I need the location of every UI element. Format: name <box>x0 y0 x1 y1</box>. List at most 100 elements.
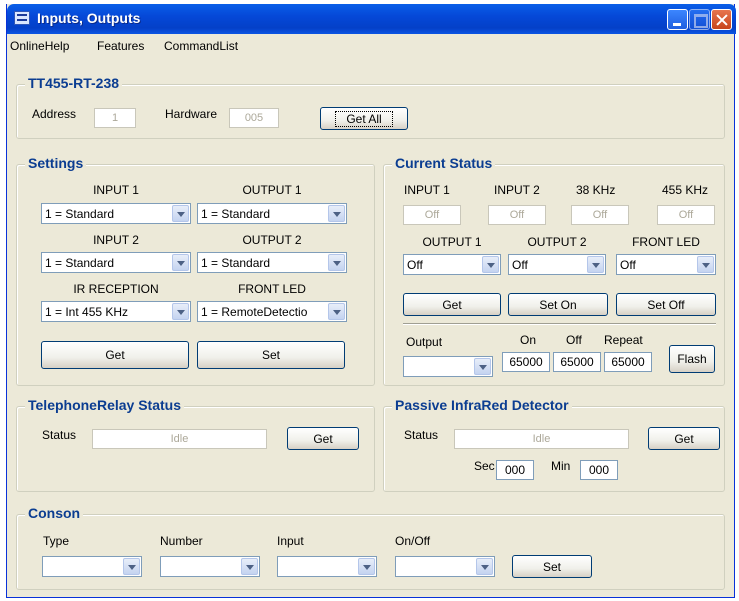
conson-set-button[interactable]: Set <box>512 555 592 578</box>
settings-front-led-label: FRONT LED <box>238 282 306 296</box>
set-off-button[interactable]: Set Off <box>616 293 716 316</box>
output-select[interactable] <box>403 356 493 377</box>
pir-get-button[interactable]: Get <box>648 427 720 450</box>
chevron-down-icon[interactable] <box>358 558 375 575</box>
settings-output2-select[interactable]: 1 = Standard <box>197 252 347 273</box>
settings-front-led-select[interactable]: 1 = RemoteDetectio <box>197 301 347 322</box>
pir-status-label: Status <box>404 428 439 442</box>
current-status-group: Current Status INPUT 1 INPUT 2 38 KHz 45… <box>383 155 725 386</box>
settings-input1-select[interactable]: 1 = Standard <box>41 203 191 224</box>
get-all-label: Get All <box>335 110 393 127</box>
settings-input1-label: INPUT 1 <box>93 183 139 197</box>
status-front-led-label: FRONT LED <box>632 235 700 249</box>
repeat-field[interactable]: 65000 <box>604 352 652 372</box>
menu-online-help[interactable]: OnlineHelp <box>10 39 69 53</box>
status-get-button[interactable]: Get <box>403 293 501 316</box>
flash-button[interactable]: Flash <box>669 345 715 373</box>
status-front-led-value: Off <box>620 258 636 272</box>
settings-output1-value: 1 = Standard <box>201 207 271 221</box>
close-button[interactable] <box>711 9 732 30</box>
conson-number-select[interactable] <box>160 556 260 577</box>
window-title: Inputs, Outputs <box>37 10 141 26</box>
address-label: Address <box>32 107 77 121</box>
main-window: Inputs, Outputs OnlineHelp Features Comm… <box>6 4 736 598</box>
conson-onoff-label: On/Off <box>395 534 431 548</box>
status-38khz-field: Off <box>571 205 629 225</box>
chevron-down-icon[interactable] <box>172 205 189 222</box>
conson-input-select[interactable] <box>277 556 377 577</box>
settings-output2-label: OUTPUT 2 <box>242 233 302 247</box>
repeat-label: Repeat <box>604 333 643 347</box>
status-front-led-select[interactable]: Off <box>616 254 716 275</box>
minimize-button[interactable] <box>667 9 688 30</box>
off-field[interactable]: 65000 <box>553 352 601 372</box>
min-field[interactable]: 000 <box>580 460 618 480</box>
settings-ir-value: 1 = Int 455 KHz <box>45 305 129 319</box>
chevron-down-icon[interactable] <box>476 558 493 575</box>
menu-features[interactable]: Features <box>97 39 144 53</box>
conson-type-label: Type <box>43 534 70 548</box>
chevron-down-icon[interactable] <box>587 256 604 273</box>
chevron-down-icon[interactable] <box>697 256 714 273</box>
status-input1-label: INPUT 1 <box>404 183 450 197</box>
current-status-legend: Current Status <box>392 155 496 171</box>
status-input2-label: INPUT 2 <box>494 183 540 197</box>
conson-type-select[interactable] <box>42 556 142 577</box>
settings-output1-label: OUTPUT 1 <box>242 183 302 197</box>
min-label: Min <box>551 459 571 473</box>
output-label: Output <box>406 335 443 349</box>
chevron-down-icon[interactable] <box>328 303 345 320</box>
on-label: On <box>520 333 537 347</box>
status-38khz-label: 38 KHz <box>576 183 616 197</box>
settings-set-button[interactable]: Set <box>197 341 345 369</box>
status-455khz-label: 455 KHz <box>662 183 709 197</box>
settings-input1-value: 1 = Standard <box>45 207 115 221</box>
get-all-button[interactable]: Get All <box>320 107 408 130</box>
device-group: TT455-RT-238 Address 1 Hardware 005 Get … <box>16 75 725 139</box>
status-output2-select[interactable]: Off <box>508 254 606 275</box>
settings-group: Settings INPUT 1 OUTPUT 1 1 = Standard 1… <box>16 155 375 386</box>
title-bar[interactable]: Inputs, Outputs <box>7 4 736 34</box>
settings-input2-value: 1 = Standard <box>45 256 115 270</box>
settings-input2-select[interactable]: 1 = Standard <box>41 252 191 273</box>
divider <box>403 323 716 325</box>
relay-status-field: Idle <box>92 429 267 449</box>
app-icon[interactable] <box>14 11 30 25</box>
conson-onoff-select[interactable] <box>395 556 495 577</box>
hardware-label: Hardware <box>165 107 218 121</box>
status-input1-field: Off <box>403 205 461 225</box>
relay-status-label: Status <box>42 428 77 442</box>
settings-ir-select[interactable]: 1 = Int 455 KHz <box>41 301 191 322</box>
chevron-down-icon[interactable] <box>482 256 499 273</box>
relay-get-button[interactable]: Get <box>287 427 359 450</box>
maximize-button <box>689 9 710 30</box>
address-field: 1 <box>94 108 136 128</box>
settings-front-led-value: 1 = RemoteDetectio <box>201 305 308 319</box>
pir-legend: Passive InfraRed Detector <box>392 397 572 413</box>
status-output2-label: OUTPUT 2 <box>527 235 587 249</box>
settings-output1-select[interactable]: 1 = Standard <box>197 203 347 224</box>
menu-bar: OnlineHelp Features CommandList <box>7 34 734 58</box>
chevron-down-icon[interactable] <box>328 205 345 222</box>
chevron-down-icon[interactable] <box>241 558 258 575</box>
chevron-down-icon[interactable] <box>172 303 189 320</box>
chevron-down-icon[interactable] <box>328 254 345 271</box>
on-field[interactable]: 65000 <box>502 352 550 372</box>
device-legend: TT455-RT-238 <box>25 75 123 91</box>
chevron-down-icon[interactable] <box>123 558 140 575</box>
sec-field[interactable]: 000 <box>496 460 534 480</box>
set-on-button[interactable]: Set On <box>508 293 608 316</box>
settings-get-button[interactable]: Get <box>41 341 189 369</box>
status-output1-select[interactable]: Off <box>403 254 501 275</box>
chevron-down-icon[interactable] <box>474 358 491 375</box>
status-input2-field: Off <box>488 205 546 225</box>
status-455khz-field: Off <box>657 205 715 225</box>
telephone-relay-legend: TelephoneRelay Status <box>25 397 185 413</box>
chevron-down-icon[interactable] <box>172 254 189 271</box>
status-output1-value: Off <box>407 258 423 272</box>
hardware-field: 005 <box>229 108 279 128</box>
off-label: Off <box>566 333 582 347</box>
status-output1-label: OUTPUT 1 <box>422 235 482 249</box>
conson-legend: Conson <box>25 505 84 521</box>
menu-command-list[interactable]: CommandList <box>164 39 238 53</box>
